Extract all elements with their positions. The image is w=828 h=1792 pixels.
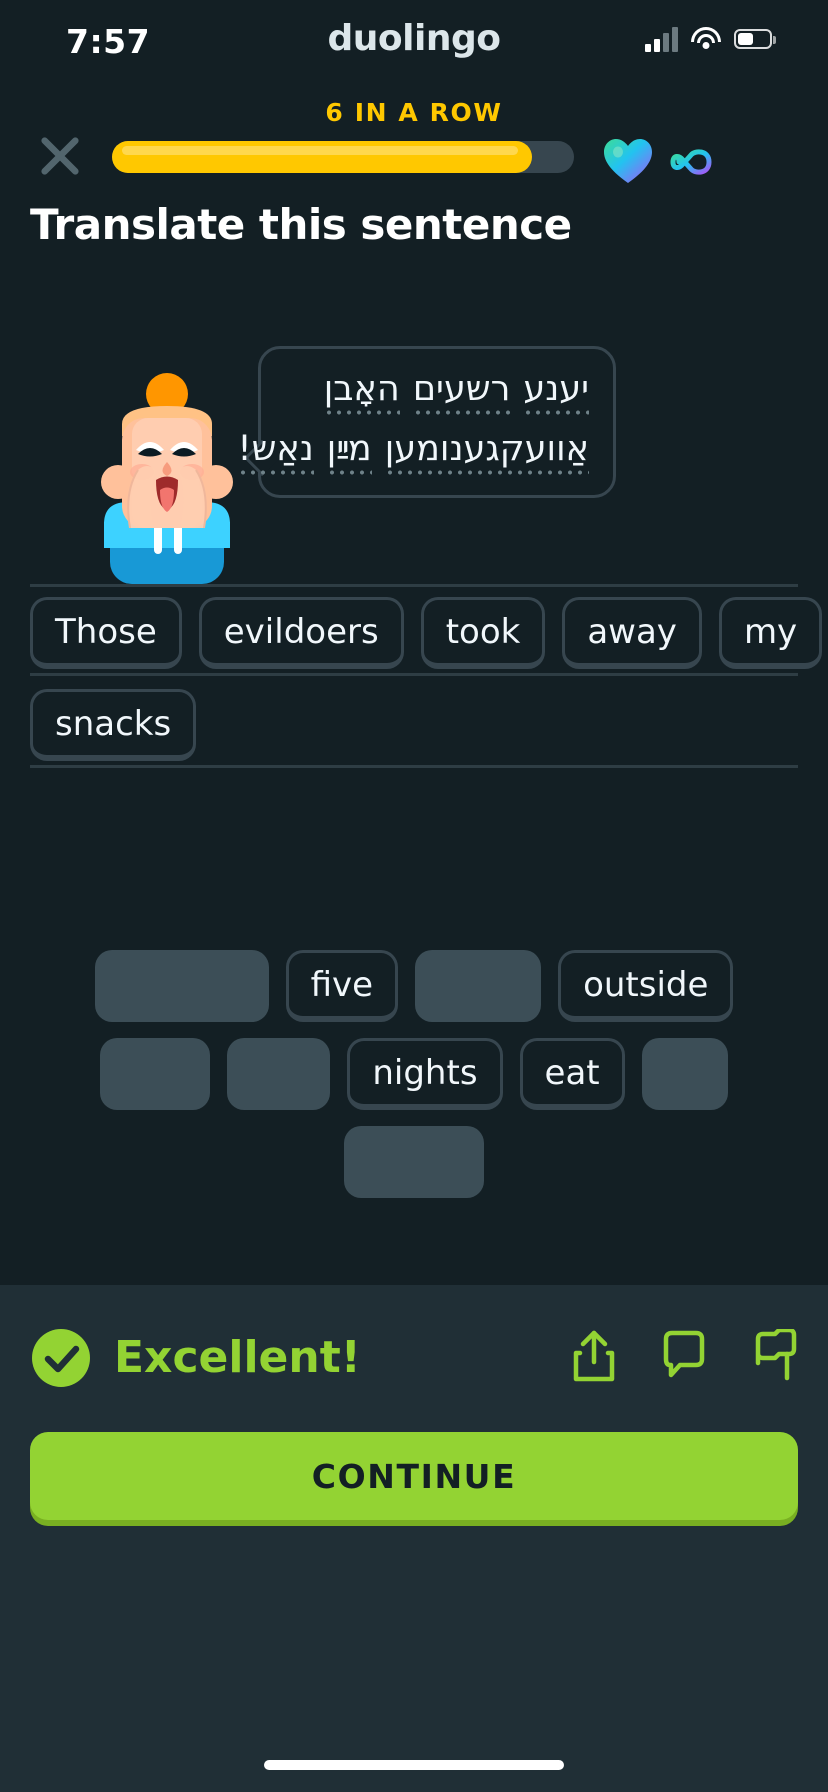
bubble-token[interactable]: נאַש!: [237, 427, 315, 475]
battery-icon: [734, 29, 776, 49]
word-bank-tile[interactable]: nights: [347, 1038, 503, 1110]
word-bank-row: snacks: [0, 1126, 828, 1198]
word-bank-tile-used: away: [227, 1038, 331, 1110]
word-bank-row: took away nights eat my: [0, 1038, 828, 1110]
answer-tile[interactable]: away: [562, 597, 702, 669]
word-bank-tile-used: evildoers: [415, 950, 542, 1022]
word-bank-tile[interactable]: eat: [519, 1038, 625, 1110]
share-icon[interactable]: [570, 1329, 618, 1383]
speech-bubble[interactable]: יענע רשעיםהאָבן אַוועקגענומען מײַןנאַש!: [237, 346, 616, 498]
bubble-line-1: יענע רשעיםהאָבן: [323, 367, 589, 415]
status-bar-indicators: [645, 26, 776, 52]
check-circle-icon: [32, 1329, 90, 1387]
infinity-icon[interactable]: [664, 147, 718, 177]
home-indicator: [264, 1760, 564, 1770]
close-button[interactable]: [28, 125, 92, 187]
page-title: Translate this sentence: [30, 200, 572, 249]
bubble-token[interactable]: מײַן: [326, 427, 372, 475]
comment-icon[interactable]: [660, 1329, 708, 1383]
word-bank-tile-used: my: [641, 1038, 728, 1110]
answer-area: Those evildoers took away my snacks: [0, 584, 828, 768]
progress-gloss: [122, 146, 519, 155]
streak-label: 6 IN A ROW: [325, 98, 503, 127]
word-bank-row: Those five evildoers outside: [0, 950, 828, 1022]
flag-icon[interactable]: [750, 1329, 798, 1383]
continue-button[interactable]: CONTINUE: [30, 1432, 798, 1520]
close-icon: [41, 137, 79, 175]
feedback-row: Excellent!: [30, 1325, 798, 1395]
bubble-token[interactable]: יענע: [523, 367, 589, 415]
word-bank-tile-used: Those: [94, 950, 269, 1022]
word-bank: Those five evildoers outside took away n…: [0, 950, 828, 1214]
answer-line: snacks: [30, 676, 798, 768]
bubble-token[interactable]: אַוועקגענומען: [384, 427, 590, 475]
word-bank-tile[interactable]: five: [285, 950, 399, 1022]
feedback-title: Excellent!: [114, 1332, 361, 1383]
answer-tile[interactable]: evildoers: [198, 597, 404, 669]
word-bank-tile-used: snacks: [344, 1126, 484, 1198]
bubble-token[interactable]: רשעים: [412, 367, 510, 415]
bubble-line-2: אַוועקגענומען מײַןנאַש!: [237, 427, 590, 475]
answer-tile[interactable]: Those: [30, 597, 182, 669]
duolingo-lesson-screen: 7:57 duolingo 6 IN A ROW Translate this …: [0, 0, 828, 1792]
duolingo-character-zari: [92, 362, 242, 584]
cellular-signal-icon: [645, 26, 678, 52]
answer-tile[interactable]: my: [718, 597, 823, 669]
gradient-heart-icon[interactable]: [602, 137, 654, 185]
word-bank-tile[interactable]: outside: [558, 950, 734, 1022]
answer-row-1: Those evildoers took away my: [30, 597, 823, 669]
answer-row-2: snacks: [30, 689, 197, 761]
wifi-icon: [691, 27, 721, 51]
feedback-actions: [570, 1329, 798, 1383]
answer-tile[interactable]: snacks: [30, 689, 197, 761]
lesson-progress-bar: [112, 141, 574, 173]
answer-tile[interactable]: took: [420, 597, 546, 669]
word-bank-tile-used: took: [100, 1038, 211, 1110]
bubble-token[interactable]: האָבן: [323, 367, 400, 415]
answer-line: Those evildoers took away my: [30, 584, 823, 676]
feedback-footer: Excellent! CONTINUE: [0, 1285, 828, 1792]
status-bar: 7:57 duolingo: [0, 0, 828, 82]
lesson-header: [0, 125, 828, 187]
